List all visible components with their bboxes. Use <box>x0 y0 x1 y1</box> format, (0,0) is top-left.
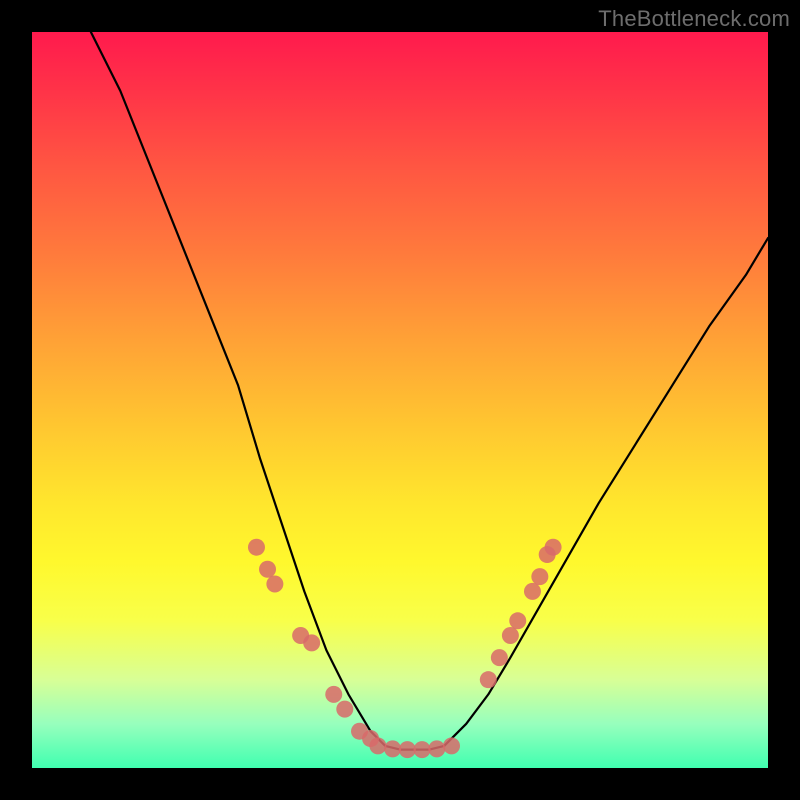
series-dots-left-point <box>325 686 342 703</box>
series-dots-left-point <box>336 701 353 718</box>
chart-svg <box>32 32 768 768</box>
series-dots-right-point <box>480 671 497 688</box>
series-dots-left-point <box>266 576 283 593</box>
series-curve-left <box>91 32 385 746</box>
series-dots-left-point <box>303 634 320 651</box>
lines-group <box>91 32 768 750</box>
series-curve-right <box>444 238 768 746</box>
series-dots-left-point <box>259 561 276 578</box>
series-dots-right-point <box>502 627 519 644</box>
series-dots-right-point <box>524 583 541 600</box>
series-dots-right-point <box>509 612 526 629</box>
plot-area <box>32 32 768 768</box>
series-dots-bottom-point <box>399 741 416 758</box>
series-dots-right-point <box>491 649 508 666</box>
series-dots-bottom-point <box>384 740 401 757</box>
chart-frame: TheBottleneck.com <box>0 0 800 800</box>
series-dots-right-point <box>545 539 562 556</box>
series-dots-left-point <box>248 539 265 556</box>
series-dots-right-point <box>531 568 548 585</box>
series-dots-bottom-point <box>369 737 386 754</box>
series-dots-bottom-point <box>443 737 460 754</box>
watermark-text: TheBottleneck.com <box>598 6 790 32</box>
series-dots-bottom-point <box>428 740 445 757</box>
series-dots-bottom-point <box>414 741 431 758</box>
